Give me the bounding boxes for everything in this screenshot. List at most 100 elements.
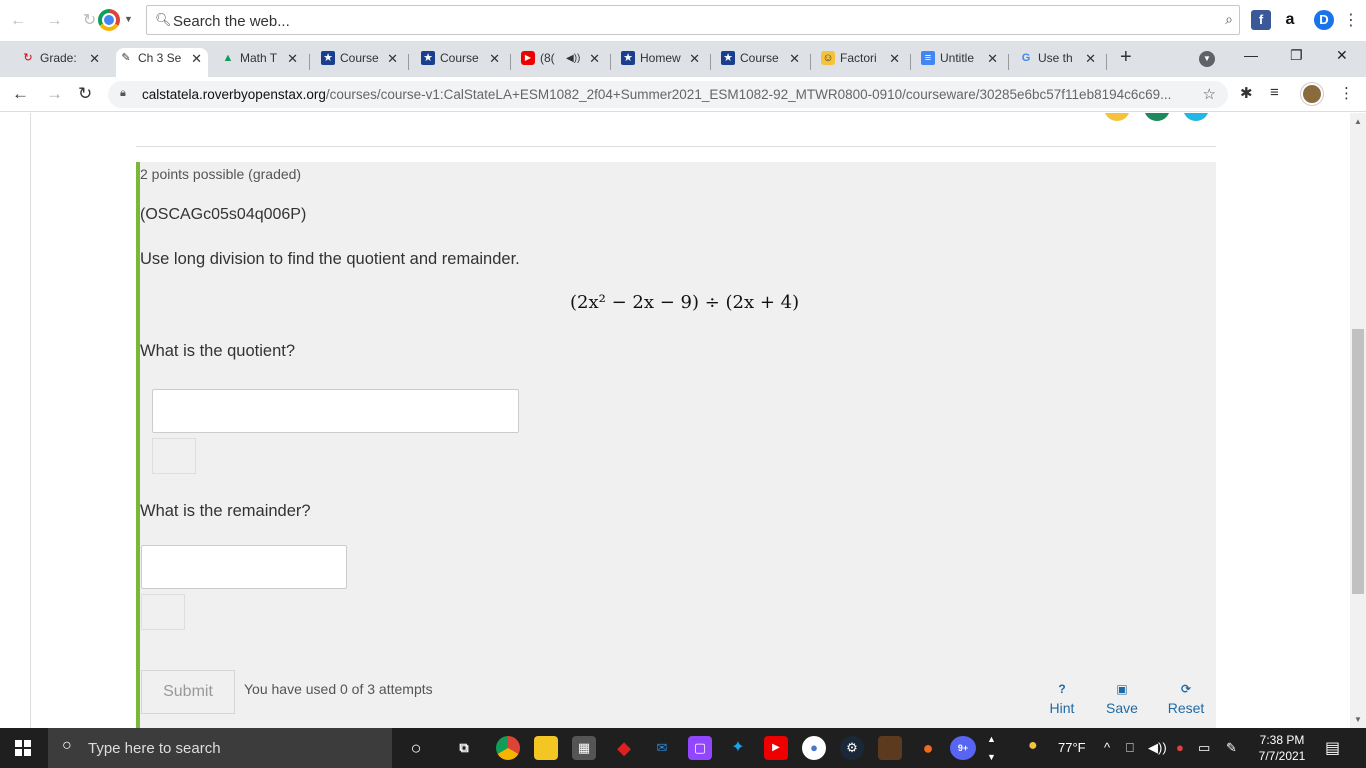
minimize-icon[interactable]: — xyxy=(1244,47,1258,63)
close-icon[interactable]: ✕ xyxy=(589,48,600,69)
window-close-icon[interactable]: ✕ xyxy=(1336,47,1348,64)
address-bar: ← → ↻ 🔒︎ calstatela.roverbyopenstax.org/… xyxy=(0,77,1366,112)
magnifier-icon[interactable]: ⌕ xyxy=(1225,11,1233,28)
tray-overflow-icon[interactable]: ^ xyxy=(1104,740,1110,755)
vertical-scrollbar[interactable]: ▲ ▼ xyxy=(1350,113,1366,728)
drive-icon: ▲ xyxy=(222,52,234,64)
taskbar-search[interactable]: ○ Type here to search xyxy=(48,728,392,768)
tab-untitled[interactable]: ≡ Untitle ✕ xyxy=(918,48,1004,77)
nav-circle-yellow[interactable] xyxy=(1104,113,1130,121)
reading-list-icon[interactable]: ≡ xyxy=(1270,84,1279,101)
antivirus-icon[interactable]: ● xyxy=(1176,740,1184,755)
close-icon[interactable]: ✕ xyxy=(789,48,800,69)
lock-icon[interactable]: 🔒︎ xyxy=(120,87,126,100)
close-icon[interactable]: ✕ xyxy=(987,48,998,69)
notifications-icon[interactable]: ▤ xyxy=(1325,738,1340,758)
courseware-page: 2 points possible (graded) (OSCAGc05s04q… xyxy=(0,113,1350,728)
chrome-icon[interactable] xyxy=(496,736,520,760)
audio-icon[interactable]: ◀)) xyxy=(566,48,580,69)
steam-icon[interactable]: ⚙ xyxy=(840,736,864,760)
back-icon[interactable]: ← xyxy=(12,84,29,104)
close-icon[interactable]: ✕ xyxy=(287,48,298,69)
chrome-app-icon[interactable]: ● xyxy=(802,736,826,760)
quotient-input[interactable] xyxy=(152,389,519,433)
tab-label: (8( xyxy=(540,51,555,65)
cortana-icon[interactable]: ○ xyxy=(404,736,428,760)
profile-avatar[interactable] xyxy=(1301,83,1323,105)
weather-sun-icon[interactable]: ● xyxy=(1028,737,1038,755)
new-tab-button[interactable]: + xyxy=(1120,46,1132,69)
toolbar-nav-icons[interactable]: ← → ↻ xyxy=(10,10,104,30)
amazon-icon[interactable]: a xyxy=(1280,10,1300,30)
tab-label: Ch 3 Se xyxy=(138,51,182,65)
close-icon[interactable]: ✕ xyxy=(1085,48,1096,69)
save-button[interactable]: ▣ Save xyxy=(1100,682,1144,716)
origin-icon[interactable]: ● xyxy=(916,736,940,760)
scroll-down-icon[interactable]: ▼ xyxy=(1354,715,1362,724)
pen-icon[interactable]: ✎ xyxy=(1226,740,1237,756)
hint-button[interactable]: ? Hint xyxy=(1040,682,1084,716)
close-icon[interactable]: ✕ xyxy=(889,48,900,69)
mail-icon[interactable]: ✉ xyxy=(650,736,674,760)
volume-icon[interactable]: ◀)) xyxy=(1148,740,1167,756)
toolbar-menu-icon[interactable]: ⋮ xyxy=(1343,10,1359,30)
tab-google[interactable]: G Use th ✕ xyxy=(1016,48,1102,77)
taskbar-scroll-icon[interactable]: ▲ ▼ xyxy=(987,730,996,766)
tab-math[interactable]: ▲ Math T ✕ xyxy=(218,48,304,77)
twitch-icon[interactable]: ▢ xyxy=(688,736,712,760)
close-icon[interactable]: ✕ xyxy=(689,48,700,69)
reload-icon[interactable]: ↻ xyxy=(78,84,92,104)
reset-button[interactable]: ⟳ Reset xyxy=(1162,682,1210,716)
youtube-icon[interactable]: ▶ xyxy=(764,736,788,760)
submit-button[interactable]: Submit xyxy=(141,670,235,714)
extensions-puzzle-icon[interactable]: ✱ xyxy=(1240,84,1253,102)
tab-course-1[interactable]: ★ Course ✕ xyxy=(318,48,404,77)
file-explorer-icon[interactable] xyxy=(534,736,558,760)
close-icon[interactable]: ✕ xyxy=(489,48,500,69)
minecraft-icon[interactable] xyxy=(878,736,902,760)
tab-homework[interactable]: ★ Homew ✕ xyxy=(618,48,706,77)
remainder-input[interactable] xyxy=(141,545,347,589)
tab-course-2[interactable]: ★ Course ✕ xyxy=(418,48,506,77)
task-view-icon[interactable]: ⧉ xyxy=(452,736,476,760)
twitter-icon[interactable]: ✦ xyxy=(726,736,750,760)
close-icon[interactable]: ✕ xyxy=(89,48,100,69)
scroll-up-icon[interactable]: ▲ xyxy=(1354,117,1362,126)
problem-block: 2 points possible (graded) (OSCAGc05s04q… xyxy=(136,162,1216,728)
roblox-icon[interactable]: ◆ xyxy=(612,736,636,760)
bookmark-star-icon[interactable]: ☆ xyxy=(1203,85,1216,103)
divider xyxy=(136,146,1216,147)
clock[interactable]: 7:38 PM 7/7/2021 xyxy=(1254,732,1310,764)
nav-circle-green[interactable] xyxy=(1143,113,1170,121)
tab-ch3[interactable]: ✎ Ch 3 Se ✕ xyxy=(116,48,208,77)
nav-circle-blue[interactable] xyxy=(1183,113,1210,121)
chrome-logo-icon[interactable] xyxy=(98,9,120,31)
scrollbar-thumb[interactable] xyxy=(1352,329,1364,594)
close-icon[interactable]: ✕ xyxy=(191,48,202,69)
store-icon[interactable]: ▦ xyxy=(572,736,596,760)
chrome-menu-icon[interactable]: ⋮ xyxy=(1339,84,1354,102)
url-field[interactable]: 🔒︎ calstatela.roverbyopenstax.org/course… xyxy=(108,81,1228,108)
tab-factoring[interactable]: ☺ Factori ✕ xyxy=(818,48,906,77)
forward-icon[interactable]: → xyxy=(46,84,63,104)
weather-temp[interactable]: 77°F xyxy=(1058,740,1086,755)
windows-start-icon[interactable] xyxy=(15,740,31,756)
chevron-down-icon[interactable]: ▼ xyxy=(124,14,133,24)
close-icon[interactable]: ✕ xyxy=(387,48,398,69)
facebook-icon[interactable]: f xyxy=(1251,10,1271,30)
url-text: calstatela.roverbyopenstax.org/courses/c… xyxy=(142,87,1171,102)
dashlane-icon[interactable]: D xyxy=(1314,10,1334,30)
tab-course-3[interactable]: ★ Course ✕ xyxy=(718,48,806,77)
network-icon[interactable]: ⎕ xyxy=(1126,740,1134,756)
tab-label: Course xyxy=(440,51,479,65)
restore-icon[interactable]: ❐ xyxy=(1290,47,1303,64)
tab-label: Untitle xyxy=(940,51,975,65)
tab-search-icon[interactable]: ▼ xyxy=(1199,51,1215,67)
tab-youtube[interactable]: ▶ (8( ◀)) ✕ xyxy=(518,48,606,77)
discord-icon[interactable]: 9+ xyxy=(950,736,976,760)
tab-grades[interactable]: ↻ Grade: ✕ xyxy=(18,48,106,77)
tab-label: Homew xyxy=(640,51,681,65)
display-icon[interactable]: ▭ xyxy=(1198,740,1210,756)
tab-separator xyxy=(610,54,611,70)
web-search-input[interactable]: 🔍︎ Search the web... ⌕ xyxy=(146,5,1240,35)
